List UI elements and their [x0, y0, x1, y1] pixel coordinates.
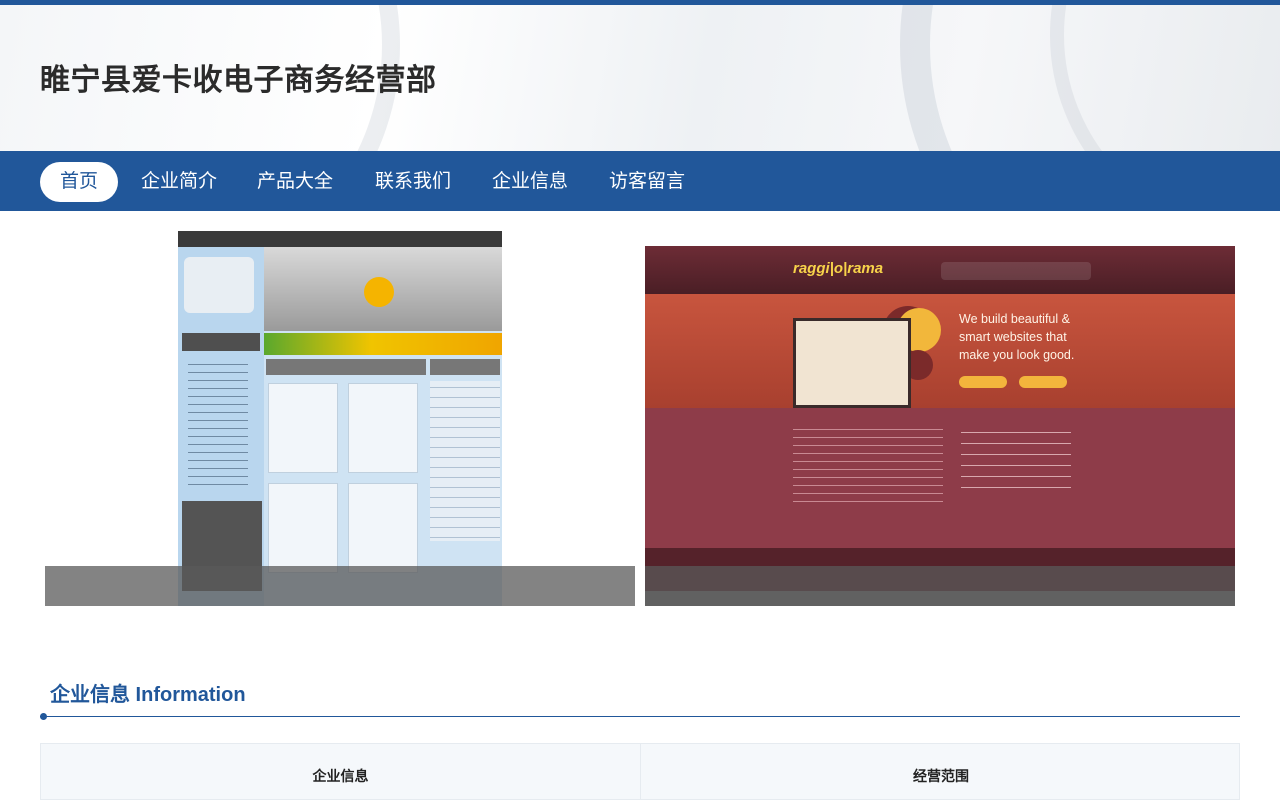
thumbnail-featured-header — [266, 359, 426, 375]
info-column-company-info: 企业信息 — [41, 744, 641, 800]
nav-item-home[interactable]: 首页 — [40, 162, 119, 202]
electronics-store-thumbnail — [178, 231, 502, 606]
site-header: 睢宁县爱卡收电子商务经营部 — [0, 5, 1280, 151]
nav-item-products[interactable]: 产品大全 — [237, 162, 353, 202]
slide-caption-bar — [45, 566, 635, 606]
thumbnail-header — [645, 246, 1235, 294]
thumbnail-product — [348, 483, 418, 573]
thumbnail-menu — [941, 262, 1091, 280]
site-title: 睢宁县爱卡收电子商务经营部 — [40, 64, 437, 97]
thumbnail-screenshot — [793, 318, 911, 408]
thumbnail-news-header — [430, 359, 500, 375]
thumbnail-product — [268, 383, 338, 473]
thumbnail-feature-list — [961, 424, 1071, 494]
slide-raggiorama[interactable]: raggi|o|rama We build beautiful & smart … — [645, 246, 1235, 606]
nav-item-guestbook[interactable]: 访客留言 — [589, 162, 705, 202]
thumbnail-logo — [184, 257, 254, 313]
nav-item-company-intro[interactable]: 企业简介 — [121, 162, 237, 202]
thumbnail-product — [268, 483, 338, 573]
info-column-business-scope: 经营范围 — [913, 768, 969, 784]
slide-caption-bar — [645, 566, 1235, 606]
section-divider-dot — [40, 713, 47, 720]
thumbnail-price-badge — [364, 277, 394, 307]
thumbnail-button — [1019, 376, 1067, 388]
thumbnail-welcome-text — [793, 424, 943, 504]
thumbnail-product — [348, 383, 418, 473]
slide-electronics-store[interactable] — [45, 231, 635, 606]
thumbnail-tagline: We build beautiful & smart websites that… — [959, 312, 1075, 362]
raggiorama-thumbnail: raggi|o|rama We build beautiful & smart … — [645, 246, 1235, 591]
main-nav: 首页 企业简介 产品大全 联系我们 企业信息 访客留言 — [0, 151, 1280, 211]
thumbnail-category-list — [188, 359, 248, 489]
nav-item-contact[interactable]: 联系我们 — [355, 162, 471, 202]
section-divider — [40, 716, 1240, 717]
section-title: 企业信息 Information — [50, 684, 246, 706]
thumbnail-category-header — [182, 333, 260, 351]
thumbnail-sidebar — [178, 247, 264, 606]
thumbnail-hero — [645, 294, 1235, 408]
thumbnail-topbar — [178, 231, 502, 247]
thumbnail-menu-bar — [264, 333, 502, 355]
nav-item-company-info[interactable]: 企业信息 — [472, 162, 588, 202]
info-table: 企业信息 经营范围 — [40, 743, 1240, 800]
thumbnail-button — [959, 376, 1007, 388]
thumbnail-logo-text: raggi|o|rama — [793, 260, 884, 277]
thumbnail-news-list — [430, 381, 500, 541]
header-decoration — [1050, 5, 1280, 151]
